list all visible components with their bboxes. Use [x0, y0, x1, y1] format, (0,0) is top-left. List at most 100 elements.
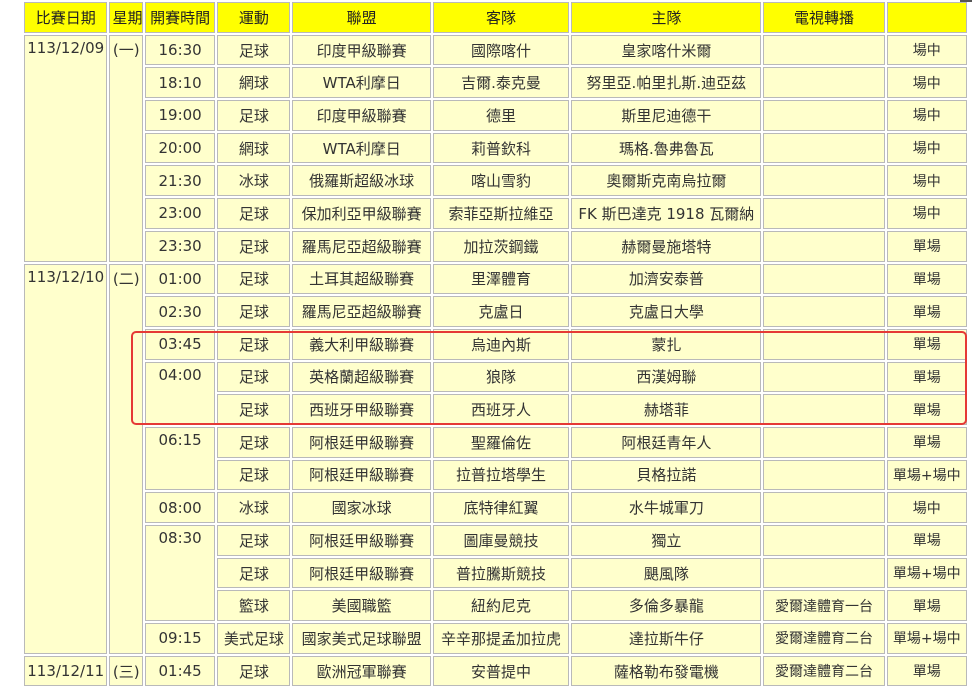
header-home: 主隊 [571, 2, 762, 33]
match-time: 04:00 [145, 361, 216, 425]
bet-status: 單場+場中 [886, 459, 967, 491]
home-team: 赫塔菲 [571, 394, 762, 425]
match-sport: 足球 [217, 34, 291, 66]
match-league: 保加利亞甲級聯賽 [292, 198, 431, 229]
match-league: 阿根廷甲級聯賽 [292, 426, 431, 458]
match-time: 16:30 [145, 34, 216, 66]
away-team: 克盧日 [432, 296, 570, 327]
home-team: 達拉斯牛仔 [571, 623, 762, 654]
bet-status: 單場+場中 [886, 623, 967, 654]
bet-status: 場中 [886, 100, 967, 131]
match-league: 阿根廷甲級聯賽 [292, 557, 431, 589]
tv-channel [763, 426, 885, 458]
header-away: 客隊 [432, 2, 570, 33]
home-team: 獨立 [571, 525, 762, 556]
home-team: 阿根廷青年人 [571, 426, 762, 458]
match-date: 113/12/11 [24, 655, 108, 687]
table-row: 20:00 網球 WTA利摩日 莉普欽科 瑪格.魯弗魯瓦 場中 [24, 132, 967, 164]
away-team: 國際喀什 [432, 34, 570, 66]
tv-channel [763, 100, 885, 131]
table-row: 09:15 美式足球 國家美式足球聯盟 辛辛那提孟加拉虎 達拉斯牛仔 愛爾達體育… [24, 623, 967, 654]
match-sport: 冰球 [217, 165, 291, 197]
header-date: 比賽日期 [24, 2, 108, 33]
match-league: 國家美式足球聯盟 [292, 623, 431, 654]
home-team: 薩格勒布發電機 [571, 655, 762, 687]
match-sport: 足球 [217, 655, 291, 687]
tv-channel [763, 394, 885, 425]
home-team: 斯里尼迪德干 [571, 100, 762, 131]
away-team: 辛辛那提孟加拉虎 [432, 623, 570, 654]
match-sport: 足球 [217, 426, 291, 458]
home-team: 奧爾斯克南烏拉爾 [571, 165, 762, 197]
bet-status: 場中 [886, 132, 967, 164]
header-tv: 電視轉播 [763, 2, 885, 33]
match-league: 西班牙甲級聯賽 [292, 394, 431, 425]
home-team: 皇家喀什米爾 [571, 34, 762, 66]
match-time: 03:45 [145, 328, 216, 360]
tv-channel: 愛爾達體育二台 [763, 623, 885, 654]
header-status [886, 2, 967, 33]
away-team: 吉爾.泰克曼 [432, 67, 570, 99]
bet-status: 單場+場中 [886, 557, 967, 589]
match-sport: 足球 [217, 296, 291, 327]
bet-status: 單場 [886, 394, 967, 425]
match-time: 08:30 [145, 525, 216, 622]
away-team: 紐約尼克 [432, 590, 570, 622]
table-row: 113/12/11 (三) 01:45 足球 歐洲冠軍聯賽 安普提中 薩格勒布發… [24, 655, 967, 687]
match-time: 08:00 [145, 492, 216, 523]
match-sport: 足球 [217, 361, 291, 393]
bet-status: 場中 [886, 165, 967, 197]
match-time: 01:00 [145, 263, 216, 295]
away-team: 圖庫曼競技 [432, 525, 570, 556]
tv-channel [763, 67, 885, 99]
match-weekday: (三) [109, 655, 144, 687]
bet-status: 單場 [886, 525, 967, 556]
home-team: FK 斯巴達克 1918 瓦爾納 [571, 198, 762, 229]
match-league: 印度甲級聯賽 [292, 34, 431, 66]
away-team: 加拉茨鋼鐵 [432, 230, 570, 262]
tv-channel [763, 557, 885, 589]
away-team: 索菲亞斯拉維亞 [432, 198, 570, 229]
header-sport: 運動 [217, 2, 291, 33]
away-team: 聖羅倫佐 [432, 426, 570, 458]
tv-channel [763, 328, 885, 360]
match-sport: 冰球 [217, 492, 291, 523]
match-date: 113/12/10 [24, 263, 108, 654]
match-league: 印度甲級聯賽 [292, 100, 431, 131]
away-team: 烏迪內斯 [432, 328, 570, 360]
home-team: 努里亞.帕里扎斯.迪亞茲 [571, 67, 762, 99]
match-league: 俄羅斯超級冰球 [292, 165, 431, 197]
bet-status: 單場 [886, 590, 967, 622]
bet-status: 單場 [886, 296, 967, 327]
header-weekday: 星期 [109, 2, 144, 33]
away-team: 普拉騰斯競技 [432, 557, 570, 589]
bet-status: 場中 [886, 492, 967, 523]
table-header-row: 比賽日期 星期 開賽時間 運動 聯盟 客隊 主隊 電視轉播 [24, 2, 967, 33]
match-sport: 足球 [217, 198, 291, 229]
table-row: 19:00 足球 印度甲級聯賽 德里 斯里尼迪德干 場中 [24, 100, 967, 131]
home-team: 瑪格.魯弗魯瓦 [571, 132, 762, 164]
match-sport: 足球 [217, 557, 291, 589]
tv-channel: 愛爾達體育二台 [763, 655, 885, 687]
match-time: 06:15 [145, 426, 216, 491]
match-sport: 足球 [217, 459, 291, 491]
tv-channel [763, 296, 885, 327]
header-league: 聯盟 [292, 2, 431, 33]
match-league: 歐洲冠軍聯賽 [292, 655, 431, 687]
home-team: 赫爾曼施塔特 [571, 230, 762, 262]
bet-status: 單場 [886, 230, 967, 262]
match-league: WTA利摩日 [292, 67, 431, 99]
tv-channel: 愛爾達體育一台 [763, 590, 885, 622]
tv-channel [763, 361, 885, 393]
away-team: 德里 [432, 100, 570, 131]
match-sport: 足球 [217, 525, 291, 556]
home-team: 加濟安泰普 [571, 263, 762, 295]
match-sport: 足球 [217, 394, 291, 425]
away-team: 安普提中 [432, 655, 570, 687]
match-league: 義大利甲級聯賽 [292, 328, 431, 360]
tv-channel [763, 263, 885, 295]
match-league: 土耳其超級聯賽 [292, 263, 431, 295]
home-team: 蒙扎 [571, 328, 762, 360]
match-sport: 美式足球 [217, 623, 291, 654]
table-row: 06:15 足球 阿根廷甲級聯賽 聖羅倫佐 阿根廷青年人 單場 [24, 426, 967, 491]
